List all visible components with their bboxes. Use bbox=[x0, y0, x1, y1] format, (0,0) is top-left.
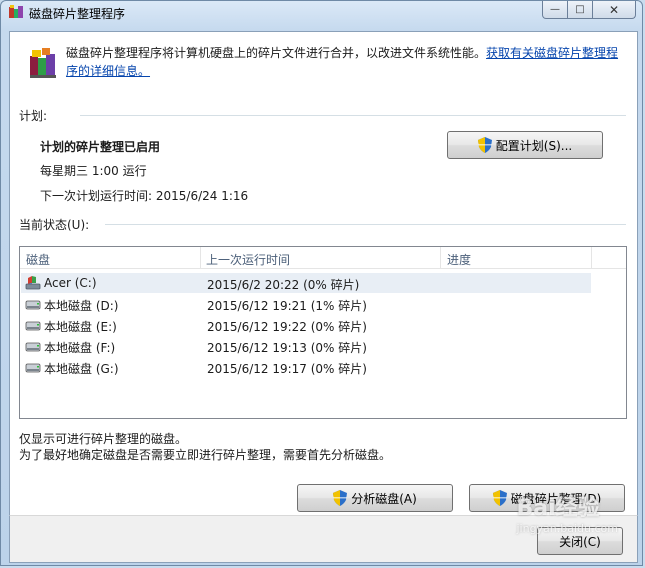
defrag-icon bbox=[30, 48, 56, 78]
uac-shield-icon bbox=[492, 490, 507, 506]
system-drive-icon bbox=[25, 276, 41, 290]
disk-row[interactable]: 本地磁盘 (D:) 2015/6/12 19:21 (1% 碎片) bbox=[21, 294, 591, 314]
analyze-disk-label: 分析磁盘(A) bbox=[351, 491, 417, 506]
hard-drive-icon bbox=[25, 363, 41, 373]
disk-last-run: 2015/6/2 20:22 (0% 碎片) bbox=[207, 278, 360, 292]
disk-last-run: 2015/6/12 19:17 (0% 碎片) bbox=[207, 362, 367, 376]
disk-name: 本地磁盘 (D:) bbox=[44, 299, 119, 313]
close-window-button[interactable]: ✕ bbox=[593, 1, 636, 19]
column-divider[interactable] bbox=[440, 247, 441, 268]
column-header-disk[interactable]: 磁盘 bbox=[26, 251, 50, 268]
note-analyze-first: 为了最好地确定磁盘是否需要立即进行碎片整理，需要首先分析磁盘。 bbox=[19, 448, 392, 462]
close-button-label: 关闭(C) bbox=[559, 534, 601, 549]
description: 磁盘碎片整理程序将计算机硬盘上的碎片文件进行合并，以改进文件系统性能。获取有关磁… bbox=[66, 44, 626, 80]
note-defraggable-only: 仅显示可进行碎片整理的磁盘。 bbox=[19, 432, 188, 446]
defrag-app-icon bbox=[9, 5, 23, 18]
column-header-progress[interactable]: 进度 bbox=[447, 251, 471, 268]
schedule-enabled-text: 计划的碎片整理已启用 bbox=[40, 140, 161, 154]
watermark: Bai经验 jingyan.baidu.com bbox=[516, 490, 618, 535]
column-header-last-run[interactable]: 上一次运行时间 bbox=[206, 251, 290, 268]
schedule-frequency: 每星期三 1:00 运行 bbox=[40, 164, 147, 178]
disk-row[interactable]: 本地磁盘 (E:) 2015/6/12 19:22 (0% 碎片) bbox=[21, 315, 591, 335]
title-bar[interactable]: 磁盘碎片整理程序 — □ ✕ bbox=[1, 1, 642, 25]
uac-shield-icon bbox=[333, 490, 348, 506]
schedule-next-run: 下一次计划运行时间: 2015/6/24 1:16 bbox=[40, 189, 249, 203]
window-title: 磁盘碎片整理程序 bbox=[29, 7, 126, 21]
caption-buttons: — □ ✕ bbox=[542, 1, 636, 20]
disk-last-run: 2015/6/12 19:22 (0% 碎片) bbox=[207, 320, 367, 334]
current-status-label: 当前状态(U): bbox=[19, 218, 90, 232]
column-divider[interactable] bbox=[591, 247, 592, 268]
uac-shield-icon bbox=[477, 137, 492, 153]
disk-last-run: 2015/6/12 19:21 (1% 碎片) bbox=[207, 299, 367, 313]
disk-name: Acer (C:) bbox=[44, 276, 97, 290]
disk-name: 本地磁盘 (E:) bbox=[44, 320, 117, 334]
disk-last-run: 2015/6/12 19:13 (0% 碎片) bbox=[207, 341, 367, 355]
configure-schedule-label: 配置计划(S)... bbox=[495, 138, 573, 153]
schedule-separator bbox=[80, 115, 626, 116]
disk-row[interactable]: 本地磁盘 (G:) 2015/6/12 19:17 (0% 碎片) bbox=[21, 357, 591, 377]
disk-row[interactable]: 本地磁盘 (F:) 2015/6/12 19:13 (0% 碎片) bbox=[21, 336, 591, 356]
watermark-sub: jingyan.baidu.com bbox=[516, 522, 618, 535]
disk-name: 本地磁盘 (F:) bbox=[44, 341, 116, 355]
disk-row[interactable]: Acer (C:) 2015/6/2 20:22 (0% 碎片) bbox=[21, 273, 591, 293]
watermark-text: Bai经验 bbox=[516, 496, 600, 521]
column-divider[interactable] bbox=[200, 247, 201, 268]
maximize-button[interactable]: □ bbox=[568, 1, 593, 19]
disk-list[interactable]: 磁盘 上一次运行时间 进度 Acer (C:) 2015/6/2 20:22 (… bbox=[19, 246, 627, 419]
client-area: 磁盘碎片整理程序将计算机硬盘上的碎片文件进行合并，以改进文件系统性能。获取有关磁… bbox=[9, 31, 638, 517]
hard-drive-icon bbox=[25, 321, 41, 331]
status-separator bbox=[105, 224, 626, 225]
hard-drive-icon bbox=[25, 342, 41, 352]
analyze-disk-button[interactable]: 分析磁盘(A) bbox=[297, 484, 453, 512]
disk-list-header: 磁盘 上一次运行时间 进度 bbox=[20, 247, 626, 269]
hard-drive-icon bbox=[25, 300, 41, 310]
schedule-label: 计划: bbox=[19, 109, 48, 123]
disk-name: 本地磁盘 (G:) bbox=[44, 362, 119, 376]
minimize-button[interactable]: — bbox=[542, 1, 568, 19]
configure-schedule-button[interactable]: 配置计划(S)... bbox=[447, 131, 603, 159]
defrag-window: 磁盘碎片整理程序 — □ ✕ 磁盘碎片整理程序将计算机硬盘上的碎片文件进行合并，… bbox=[0, 0, 643, 566]
description-text: 磁盘碎片整理程序将计算机硬盘上的碎片文件进行合并，以改进文件系统性能。 bbox=[66, 46, 487, 60]
